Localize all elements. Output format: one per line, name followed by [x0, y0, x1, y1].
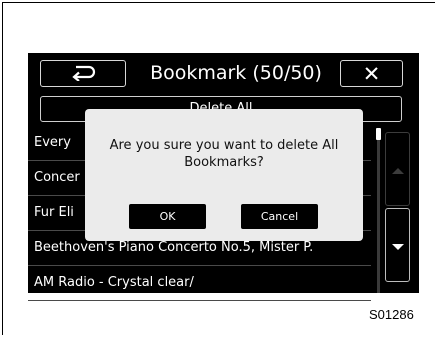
chevron-up-icon — [391, 160, 404, 179]
screen-title: Bookmark (50/50) — [150, 62, 322, 84]
scrollbar-thumb[interactable] — [376, 128, 381, 140]
back-button[interactable] — [40, 60, 126, 87]
chevron-down-icon — [391, 236, 404, 255]
scrollbar-track[interactable] — [377, 128, 380, 293]
scroll-down-button[interactable] — [385, 208, 410, 282]
close-icon: ✕ — [362, 61, 381, 86]
bookmark-screen: Bookmark (50/50) ✕ Delete All Every Conc… — [28, 53, 419, 301]
list-item[interactable]: AM Radio - Crystal clear/ — [28, 266, 371, 301]
scroll-up-button[interactable] — [385, 132, 410, 206]
return-arrow-icon — [70, 63, 96, 85]
dialog-message: Are you sure you want to delete All Book… — [109, 138, 339, 170]
confirm-dialog: Are you sure you want to delete All Book… — [85, 109, 363, 241]
figure-code: S01286 — [369, 307, 414, 322]
ok-button[interactable]: OK — [129, 204, 206, 229]
close-button[interactable]: ✕ — [340, 60, 403, 87]
cancel-button[interactable]: Cancel — [241, 204, 318, 229]
